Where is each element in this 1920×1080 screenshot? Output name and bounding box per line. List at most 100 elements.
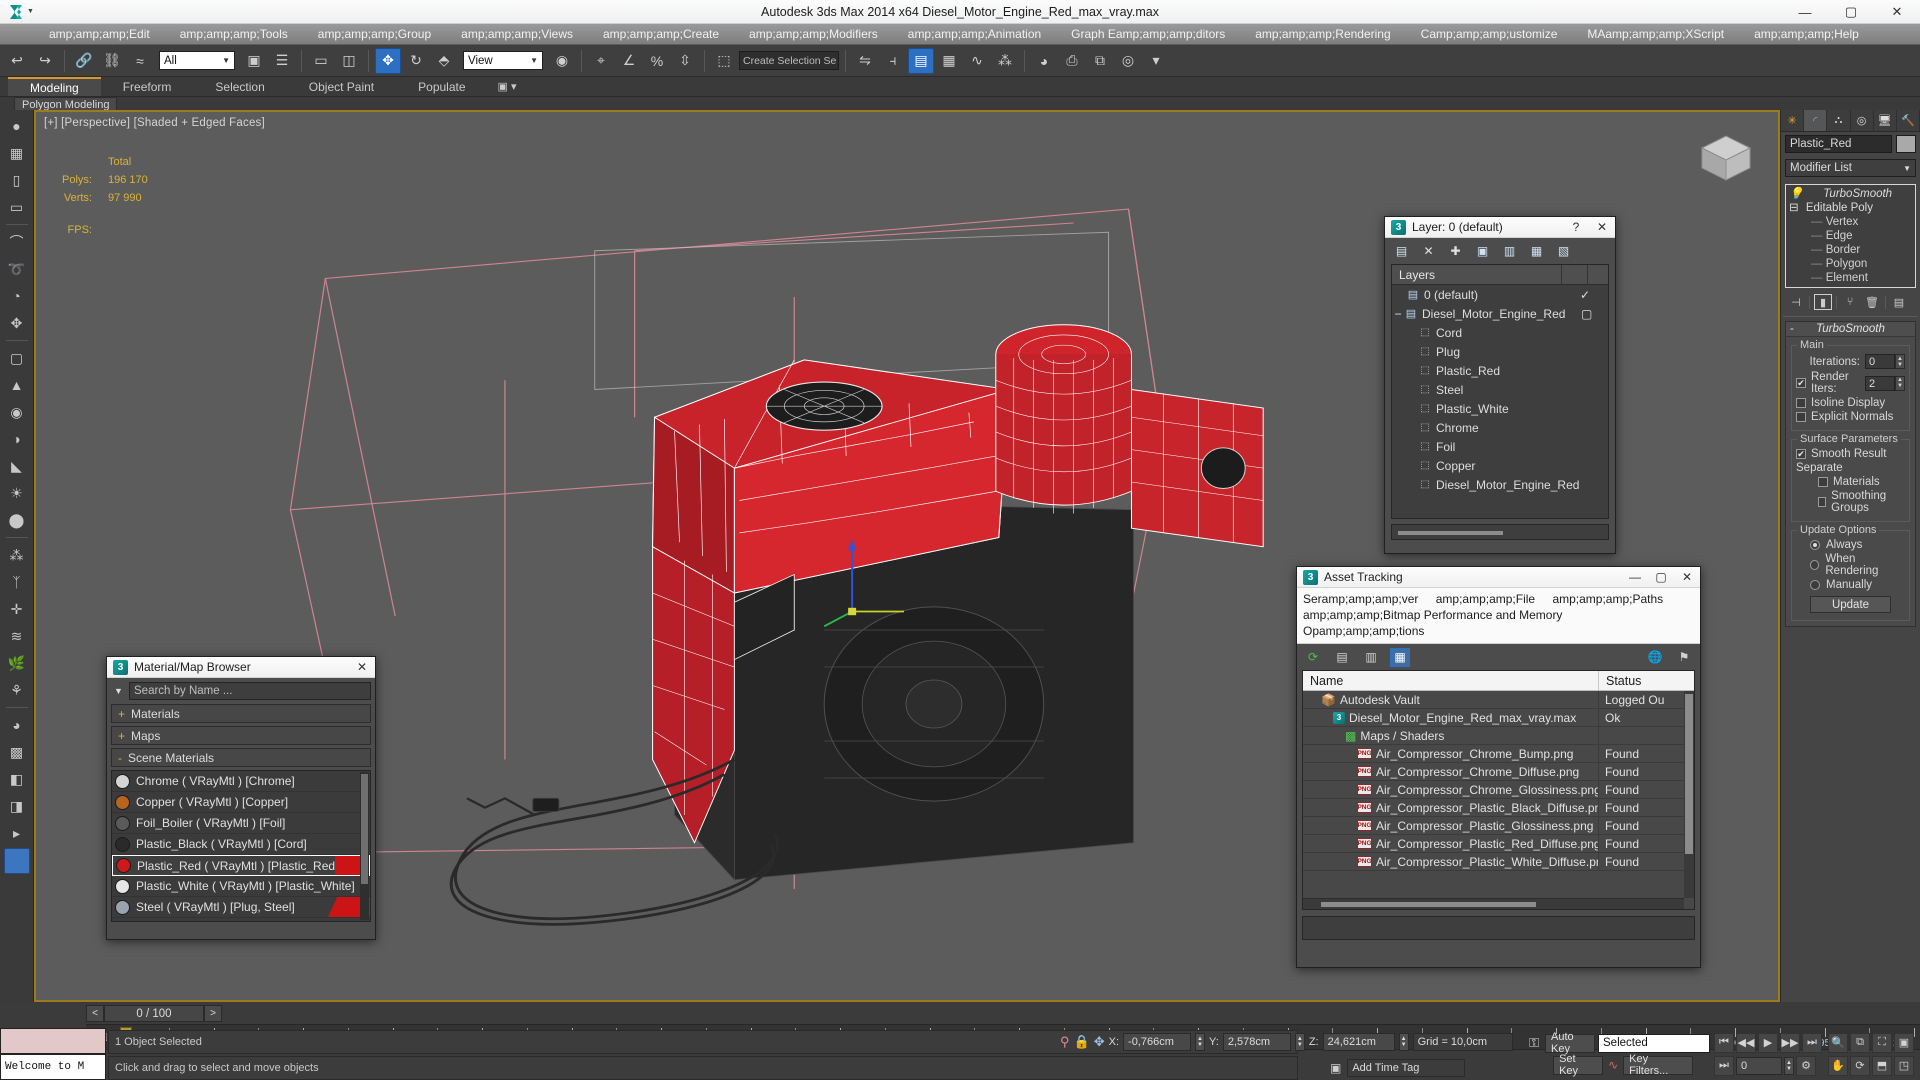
select-by-name-icon[interactable]: ☰ [269, 48, 295, 74]
select-object-icon[interactable]: ▣ [241, 48, 267, 74]
play-animation-icon[interactable]: ▶ [1758, 1032, 1778, 1053]
edit-named-selection-sets-icon[interactable]: ⬚ [711, 48, 737, 74]
orbit-icon[interactable]: ⟳ [1850, 1055, 1870, 1076]
asset-grid[interactable]: Name Status 📦 Autodesk Vault Logged Ou 3… [1302, 670, 1695, 910]
lock-selection-icon[interactable]: 🔒 [1074, 1034, 1090, 1050]
list-item[interactable]: Copper ( VRayMtl ) [Copper] [112, 792, 370, 813]
motion-tab[interactable]: ◎ [1851, 110, 1874, 131]
stack-subobject-polygon[interactable]: Polygon [1789, 257, 1912, 271]
undo-icon[interactable]: ↩ [4, 48, 30, 74]
pyramid-icon[interactable]: ◣ [4, 454, 30, 478]
smooth-result-checkbox[interactable]: ✔ [1796, 449, 1806, 459]
selection-filter-combo[interactable]: All ▼ [159, 51, 235, 70]
menu-item-edit[interactable]: amp;amp;amp;Edit [34, 24, 165, 45]
expander-icon[interactable]: + [118, 707, 125, 721]
stack-item-editable-poly[interactable]: ⊟ Editable Poly [1789, 201, 1912, 215]
render-dropdown-icon[interactable]: ▾ [1143, 48, 1169, 74]
key-level-select[interactable]: Selected [1598, 1033, 1710, 1053]
key-mode-toggle-icon[interactable]: ⚿ [1529, 1035, 1539, 1051]
table-row[interactable]: ⬚ Plug [1392, 342, 1608, 361]
mmb-section-scene-materials[interactable]: - Scene Materials [111, 748, 371, 767]
key-value-row[interactable]: ⏭ 0 ▲ ▼ ⚙ [1714, 1055, 1822, 1076]
mmb-search-row[interactable]: ▼ Search by Name ... [111, 681, 371, 701]
transform-type-in[interactable]: ⚲ 🔒 ✥ X: -0,766cm ▲ ▼ Y: 2,578cm ▲ ▼ Z: 24… [1060, 1030, 1513, 1054]
menu-item-rendering[interactable]: amp;amp;amp;Rendering [1240, 24, 1405, 45]
refresh-icon[interactable]: ⟳ [1303, 648, 1323, 667]
spinner-arrows-icon[interactable]: ▲ ▼ [1895, 354, 1905, 369]
menu-item-tools[interactable]: amp;amp;amp;Tools [165, 24, 303, 45]
layer-properties-icon[interactable]: ▧ [1555, 243, 1572, 260]
mirror-icon[interactable]: ⇋ [852, 48, 878, 74]
tab-selection[interactable]: Selection [193, 77, 286, 96]
set-key-button[interactable]: Set Key [1553, 1053, 1604, 1077]
welcome-text[interactable]: Welcome to M [0, 1054, 106, 1080]
x-spinner[interactable]: ▲ ▼ [1195, 1033, 1206, 1051]
mmb-search-input[interactable]: Search by Name ... [129, 682, 371, 700]
menu-item-help[interactable]: amp;amp;amp;Help [1739, 24, 1874, 45]
metal-material-icon[interactable]: ◧ [4, 767, 30, 791]
object-name-field[interactable]: Plastic_Red [1785, 135, 1892, 153]
object-name-row[interactable]: Plastic_Red [1781, 132, 1920, 156]
rectangle-icon[interactable]: ▢ [4, 346, 30, 370]
schematic-view-icon[interactable]: ⁂ [992, 48, 1018, 74]
modifier-list-row[interactable]: Modifier List ▼ [1781, 156, 1920, 180]
layer-manager-icon[interactable]: ▤ [908, 47, 934, 74]
field-of-view-icon[interactable]: ◳ [1894, 1055, 1914, 1076]
maximize-viewport-icon[interactable]: ⬒ [1872, 1055, 1892, 1076]
light-icon[interactable]: ☀ [4, 481, 30, 505]
modifier-stack[interactable]: 💡 TurboSmooth ⊟ Editable Poly Vertex Edg… [1785, 184, 1916, 288]
curve-editor-icon[interactable]: ∿ [964, 48, 990, 74]
explicit-normals-checkbox[interactable] [1796, 412, 1806, 422]
scrollbar-thumb[interactable] [1398, 531, 1503, 535]
spinner-snap-icon[interactable]: ⇳ [672, 48, 698, 74]
vault-logout-icon[interactable]: ⚑ [1674, 648, 1694, 667]
redo-icon[interactable]: ↪ [32, 48, 58, 74]
asset-vertical-scrollbar[interactable] [1684, 691, 1694, 898]
separate-smoothing-groups-row[interactable]: Smoothing Groups [1796, 490, 1905, 514]
table-row[interactable]: ⬚ Steel [1392, 380, 1608, 399]
isoline-display-row[interactable]: Isoline Display [1796, 397, 1905, 409]
asset-close-button[interactable]: ✕ [1674, 567, 1700, 588]
layer-manager-window[interactable]: 3 Layer: 0 (default) ? ✕ ▤ ✕ ✚ ▣ ▥ ▦ ▧ L… [1384, 216, 1616, 554]
unlink-selection-icon[interactable]: ⛓ [99, 48, 125, 74]
previous-frame-icon[interactable]: ◀◀ [1736, 1032, 1756, 1053]
iterations-spinner[interactable]: 0 ▲ ▼ [1865, 354, 1905, 369]
z-coordinate-field[interactable]: 24,621cm [1322, 1033, 1395, 1051]
list-item[interactable]: Chrome ( VRayMtl ) [Chrome] [112, 771, 370, 792]
y-coordinate-field[interactable]: 2,578cm [1222, 1033, 1291, 1051]
current-frame-field[interactable]: 0 [1736, 1056, 1782, 1075]
menu-item-animation[interactable]: amp;amp;amp;Animation [893, 24, 1056, 45]
minimize-button[interactable]: — [1782, 0, 1828, 24]
radio-always-row[interactable]: Always [1796, 539, 1905, 551]
menu-item-customize[interactable]: Camp;amp;amp;ustomize [1406, 24, 1573, 45]
layer-close-button[interactable]: ✕ [1589, 217, 1615, 238]
material-map-browser-window[interactable]: 3 Material/Map Browser ✕ ▼ Search by Nam… [106, 656, 376, 940]
render-setup-icon[interactable]: ⎙ [1059, 48, 1085, 74]
object-color-swatch[interactable] [1896, 135, 1916, 153]
next-frame-button[interactable]: > [204, 1004, 222, 1022]
asset-menu-file[interactable]: amp;amp;amp;File [1436, 592, 1535, 606]
render-iters-checkbox[interactable]: ✔ [1796, 378, 1806, 388]
viewport-label[interactable]: [+] [Perspective] [Shaded + Edged Faces] [44, 117, 265, 129]
separate-materials-checkbox[interactable] [1818, 477, 1828, 487]
main-toolbar[interactable]: ↩ ↪ 🔗 ⛓ ≈ All ▼ ▣ ☰ ▭ ◫ ✥ ↻ ⬘ View ▼ ◉ ⌖… [0, 45, 1920, 77]
highlight-selected-objects-icon[interactable]: ▥ [1501, 243, 1518, 260]
asset-menu-paths[interactable]: amp;amp;amp;Paths [1552, 592, 1663, 606]
modifier-stack-buttons[interactable]: ⊣ ▮ ⑂ 🗑 ▤ [1781, 292, 1920, 312]
swatch-preview-icon[interactable] [3, 848, 30, 874]
rollout-header[interactable]: - TurboSmooth [1786, 322, 1915, 337]
named-selection-set-field[interactable]: Create Selection Se [739, 51, 839, 70]
window-controls[interactable]: — ▢ ✕ [1782, 0, 1920, 24]
percent-snap-icon[interactable]: % [644, 48, 670, 74]
funnel-icon[interactable]: ▼ [111, 686, 126, 696]
table-row[interactable]: ▤ 0 (default) ✓ [1392, 285, 1608, 304]
table-row[interactable]: PNG Air_Compressor_Plastic_Red_Diffuse.p… [1303, 835, 1694, 853]
table-row[interactable]: ⬚ Copper [1392, 456, 1608, 475]
create-box-icon[interactable]: ▦ [4, 141, 30, 165]
tab-populate[interactable]: Populate [396, 77, 487, 96]
table-row[interactable]: PNG Air_Compressor_Plastic_Black_Diffuse… [1303, 799, 1694, 817]
table-row[interactable]: PNG Air_Compressor_Chrome_Glossiness.png… [1303, 781, 1694, 799]
spline-icon[interactable]: ⌒ [4, 230, 30, 254]
zoom-extents-icon[interactable]: ⛶ [1872, 1032, 1892, 1053]
quick-access-toolbar[interactable]: ▼ [0, 3, 34, 21]
